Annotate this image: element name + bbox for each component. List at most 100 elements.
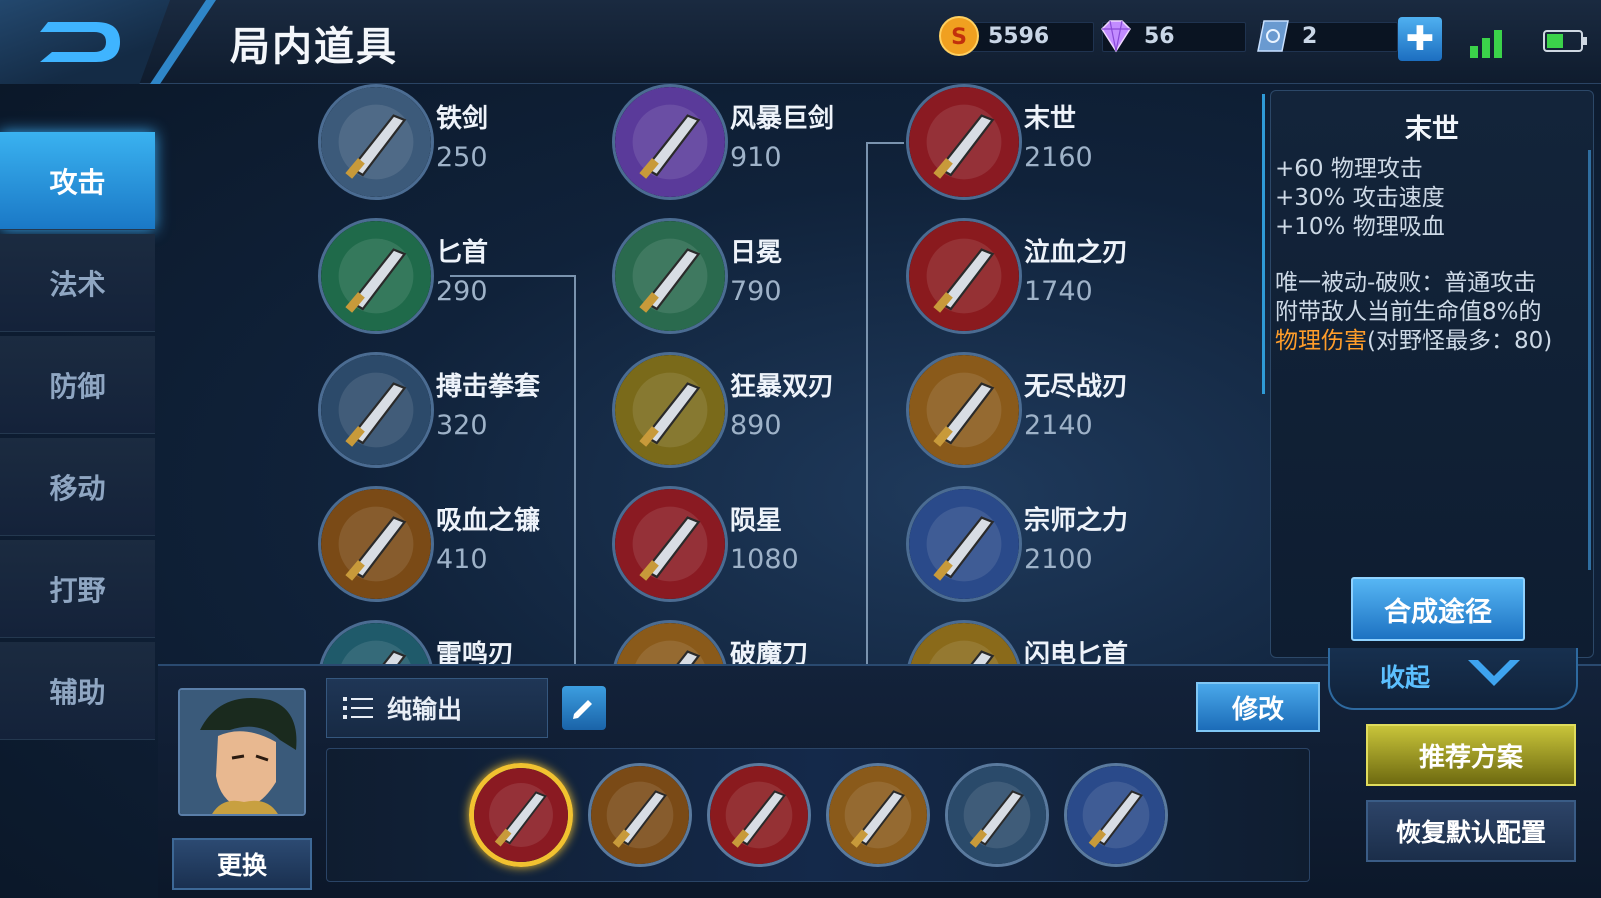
hero-portrait-icon xyxy=(180,690,304,814)
detail-title: 末世 xyxy=(1405,114,1459,145)
item-name: 风暴巨剑 xyxy=(730,104,835,134)
page-title: 局内道具 xyxy=(230,24,398,70)
item-name: 无尽战刃 xyxy=(1024,372,1129,402)
item-price: 2100 xyxy=(1024,544,1093,575)
collapse-label: 收起 xyxy=(1380,663,1431,692)
tab-defense[interactable]: 防御 xyxy=(0,336,155,434)
item-detail-panel: 末世 +60 物理攻击 +30% 攻击速度 +10% 物理吸血 唯一被动-破败：… xyxy=(1270,90,1594,658)
detail-stat: +10% 物理吸血 xyxy=(1275,214,1445,240)
item-name: 日冕 xyxy=(730,238,783,268)
doom-blade-icon xyxy=(906,84,1022,200)
detail-scrollbar[interactable] xyxy=(1588,150,1591,570)
chevron-down-icon xyxy=(1468,660,1520,686)
tab-attack[interactable]: 攻击 xyxy=(0,132,155,230)
hero-avatar[interactable] xyxy=(178,688,306,816)
svg-text:S: S xyxy=(951,25,967,50)
signal-icon xyxy=(1470,30,1502,58)
bloody-blade-icon xyxy=(906,218,1022,334)
item-name: 宗师之力 xyxy=(1024,506,1129,536)
item-price: 1080 xyxy=(730,544,799,575)
rename-preset-button[interactable] xyxy=(562,686,606,730)
meteor-icon xyxy=(612,486,728,602)
item-card[interactable]: 破魔刀 xyxy=(612,620,902,664)
lightning-dagger-icon xyxy=(906,620,1022,664)
voucher-counter: 2 xyxy=(1252,18,1398,54)
item-name: 雷鸣刃 xyxy=(436,640,515,664)
list-icon xyxy=(343,697,373,719)
master-power-icon xyxy=(906,486,1022,602)
item-card[interactable]: 风暴巨剑 910 xyxy=(612,84,902,210)
item-card[interactable]: 陨星 1080 xyxy=(612,486,902,612)
item-name: 陨星 xyxy=(730,506,783,536)
item-grid: 铁剑 250 风暴巨剑 910 末世 2160 匕首 290 日冕 790 泣血之刃 1740 搏击拳套… xyxy=(160,84,1260,664)
item-name: 搏击拳套 xyxy=(436,372,541,402)
detail-passive: 唯一被动-破败：普通攻击 附带敌人当前生命值8%的 物理伤害(对野怪最多：80) xyxy=(1275,269,1593,356)
build-slot-bloody-blade-icon[interactable] xyxy=(707,763,811,867)
back-button[interactable] xyxy=(0,0,170,84)
item-name: 末世 xyxy=(1024,104,1077,134)
pencil-icon xyxy=(573,700,592,719)
item-card[interactable]: 泣血之刃 1740 xyxy=(906,218,1196,344)
voucher-icon xyxy=(1257,20,1289,52)
item-price: 890 xyxy=(730,410,782,441)
item-name: 破魔刀 xyxy=(730,640,809,664)
item-card[interactable]: 宗师之力 2100 xyxy=(906,486,1196,612)
passive-line: 附带敌人当前生命值8%的 xyxy=(1275,299,1542,325)
scythe-icon xyxy=(318,486,434,602)
add-currency-button[interactable]: ✚ xyxy=(1398,17,1442,61)
tab-support[interactable]: 辅助 xyxy=(0,642,155,740)
item-card[interactable]: 匕首 290 xyxy=(318,218,608,344)
infinity-edge-icon xyxy=(906,352,1022,468)
build-slot-doom-blade-icon[interactable] xyxy=(469,763,573,867)
swap-hero-button[interactable]: 更换 xyxy=(172,838,312,890)
item-card[interactable]: 末世 2160 xyxy=(906,84,1196,210)
voucher-amount: 2 xyxy=(1302,23,1318,49)
item-name: 狂暴双刃 xyxy=(730,372,835,402)
build-slot-armor-icon[interactable] xyxy=(1064,763,1168,867)
item-price: 910 xyxy=(730,142,782,173)
item-price: 2160 xyxy=(1024,142,1093,173)
item-price: 410 xyxy=(436,544,488,575)
item-card[interactable]: 搏击拳套 320 xyxy=(318,352,608,478)
collapse-button[interactable]: 收起 xyxy=(1328,648,1578,710)
item-card[interactable]: 闪电匕首 xyxy=(906,620,1196,664)
item-card[interactable]: 狂暴双刃 890 xyxy=(612,352,902,478)
build-slot-infinity-edge-icon[interactable] xyxy=(826,763,930,867)
magic-breaker-icon xyxy=(612,620,728,664)
item-card[interactable]: 吸血之镰 410 xyxy=(318,486,608,612)
item-card[interactable]: 日冕 790 xyxy=(612,218,902,344)
build-slot-bow-icon[interactable] xyxy=(945,763,1049,867)
item-name: 匕首 xyxy=(436,238,489,268)
twin-blade-icon xyxy=(612,352,728,468)
thunder-blade-icon xyxy=(318,620,434,664)
diamond-icon xyxy=(1101,20,1131,53)
item-price: 2140 xyxy=(1024,410,1093,441)
build-preset-selector[interactable]: 纯输出 xyxy=(326,678,548,738)
gauntlet-icon xyxy=(318,352,434,468)
tab-magic[interactable]: 法术 xyxy=(0,234,155,332)
passive-line: 唯一被动-破败：普通攻击 xyxy=(1275,270,1537,296)
plus-icon: ✚ xyxy=(1405,19,1435,59)
modify-build-button[interactable]: 修改 xyxy=(1196,682,1320,732)
item-card[interactable]: 无尽战刃 2140 xyxy=(906,352,1196,478)
preset-name: 纯输出 xyxy=(387,695,463,724)
build-slots xyxy=(326,748,1310,882)
diamond-amount: 56 xyxy=(1144,23,1175,49)
tab-jungle[interactable]: 打野 xyxy=(0,540,155,638)
build-slot-boots-icon[interactable] xyxy=(588,763,692,867)
item-name: 闪电匕首 xyxy=(1024,640,1129,664)
tab-movement[interactable]: 移动 xyxy=(0,438,155,536)
battery-icon xyxy=(1543,30,1587,52)
passive-rest: (对野怪最多：80) xyxy=(1367,328,1553,354)
item-name: 铁剑 xyxy=(436,104,489,134)
sword-icon xyxy=(318,84,434,200)
restore-default-button[interactable]: 恢复默认配置 xyxy=(1366,800,1576,862)
item-card[interactable]: 雷鸣刃 xyxy=(318,620,608,664)
top-bar: 局内道具 S 5596 56 2 ✚ xyxy=(0,0,1601,84)
item-name: 吸血之镰 xyxy=(436,506,541,536)
corona-icon xyxy=(612,218,728,334)
compose-path-button[interactable]: 合成途径 xyxy=(1351,577,1525,641)
item-price: 790 xyxy=(730,276,782,307)
recommended-builds-button[interactable]: 推荐方案 xyxy=(1366,724,1576,786)
item-card[interactable]: 铁剑 250 xyxy=(318,84,608,210)
